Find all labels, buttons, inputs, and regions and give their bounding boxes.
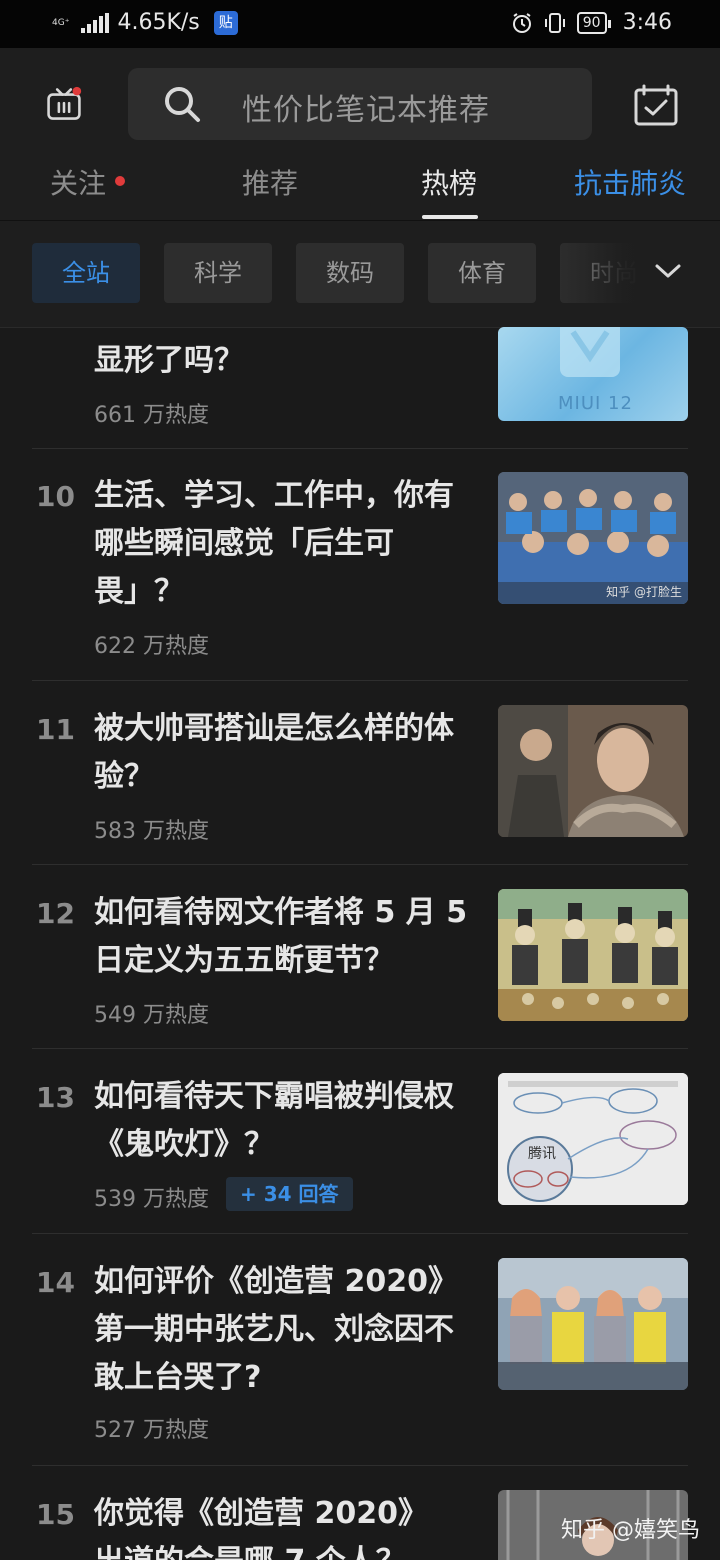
search-input[interactable]: 性价比笔记本推荐 (242, 85, 490, 129)
category-digital[interactable]: 数码 (296, 243, 404, 303)
item-rank: 12 (36, 897, 75, 930)
signal-icon (81, 12, 110, 33)
item-title[interactable]: 如何评价《创造营 2020》第一期中张艺凡、刘念因不敢上台哭了? (94, 1258, 454, 1402)
tab-hot-list[interactable]: 热榜 (421, 162, 477, 202)
group-photo-image (498, 1258, 688, 1390)
diagram-image (498, 1073, 688, 1205)
network-speed: 4.65K/s (117, 10, 200, 35)
category-all[interactable]: 全站 (32, 243, 140, 303)
item-rank: 15 (36, 1498, 75, 1531)
divider (32, 680, 688, 681)
item-title[interactable]: 你觉得《创造营 2020》出道的会是哪 7 个人？ (94, 1490, 454, 1560)
alarm-icon (512, 12, 531, 33)
drama-still-image (498, 705, 688, 837)
category-sports[interactable]: 体育 (428, 243, 536, 303)
chevron-down-icon[interactable] (654, 261, 682, 281)
list-item[interactable]: 10 生活、学习、工作中，你有哪些瞬间感觉「后生可畏」？ 622 万热度 知乎 … (32, 472, 688, 680)
notification-dot (115, 176, 125, 186)
clock: 3:46 (622, 10, 672, 35)
item-heat: 583 万热度 (94, 819, 209, 844)
item-thumbnail[interactable] (498, 705, 688, 837)
divider (32, 1048, 688, 1049)
list-item[interactable]: 12 如何看待网文作者将 5 月 5 日定义为五五断更节？ 549 万热度 (32, 889, 688, 1049)
network-type: 4G⁺ (52, 17, 70, 28)
item-rank: 14 (36, 1266, 75, 1299)
cartoon-illustration-image (498, 889, 688, 1021)
list-item[interactable]: 14 如何评价《创造营 2020》第一期中张艺凡、刘念因不敢上台哭了? 527 … (32, 1258, 688, 1466)
item-title[interactable]: 生活、学习、工作中，你有哪些瞬间感觉「后生可畏」？ (94, 472, 454, 616)
list-item[interactable]: 13 如何看待天下霸唱被判侵权《鬼吹灯》？ 539 万热度 + 34 回答 腾讯 (32, 1073, 688, 1233)
list-item[interactable]: 11 被大帅哥搭讪是怎么样的体验？ 583 万热度 (32, 705, 688, 865)
item-thumbnail[interactable]: 知乎 @打脸生 (498, 472, 688, 604)
item-thumbnail[interactable] (498, 889, 688, 1021)
list-item[interactable]: 显形了吗？ 661 万热度 MIUI 12 (32, 327, 688, 449)
item-title[interactable]: 如何看待网文作者将 5 月 5 日定义为五五断更节？ (94, 889, 484, 985)
hot-list: 显形了吗？ 661 万热度 MIUI 12 10 生活、学习、工作中，你有哪些瞬… (0, 327, 720, 1560)
feed-tabs: 关注 推荐 热榜 抗击肺炎 (0, 160, 720, 220)
thumb-caption: 知乎 @打脸生 (606, 585, 682, 599)
vibrate-icon (544, 12, 565, 33)
item-heat: 549 万热度 (94, 1003, 209, 1028)
item-title[interactable]: 被大帅哥搭讪是怎么样的体验？ (94, 705, 454, 801)
item-thumbnail[interactable]: MIUI 12 (498, 327, 688, 421)
item-rank: 10 (36, 480, 75, 513)
active-tab-indicator (422, 215, 478, 219)
item-title[interactable]: 如何看待天下霸唱被判侵权《鬼吹灯》？ (94, 1073, 454, 1169)
chip-fade-overlay (560, 221, 720, 327)
divider (32, 448, 688, 449)
tab-fight-pneumonia[interactable]: 抗击肺炎 (574, 162, 686, 202)
category-science[interactable]: 科学 (164, 243, 272, 303)
watermark: 知乎 @嬉笑鸟 (561, 1518, 700, 1543)
status-bar: 4G⁺ 4.65K/s 贴 90 3:46 (0, 0, 720, 48)
tab-follow[interactable]: 关注 (50, 162, 106, 202)
top-header: 性价比笔记本推荐 关注 推荐 热榜 抗击肺炎 (0, 48, 720, 220)
divider (32, 1233, 688, 1234)
search-bar[interactable]: 性价比笔记本推荐 (128, 68, 592, 140)
divider (32, 1465, 688, 1466)
item-rank: 11 (36, 713, 75, 746)
category-filter-bar: 全站 科学 数码 体育 时尚 (0, 220, 720, 328)
item-heat: 622 万热度 (94, 634, 209, 659)
checklist-icon[interactable] (634, 84, 678, 126)
item-heat: 527 万热度 (94, 1418, 209, 1443)
battery-indicator: 90 (576, 11, 611, 34)
divider (32, 864, 688, 865)
item-thumbnail[interactable] (498, 1258, 688, 1390)
tv-live-icon[interactable] (44, 86, 84, 122)
search-icon (165, 87, 200, 122)
new-answers-badge[interactable]: + 34 回答 (226, 1177, 353, 1211)
item-title[interactable]: 显形了吗？ (94, 337, 454, 385)
thumb-caption: MIUI 12 (558, 393, 633, 414)
item-heat: 661 万热度 (94, 403, 209, 428)
item-rank: 13 (36, 1081, 75, 1114)
tieba-app-icon: 贴 (213, 10, 238, 35)
tab-recommend[interactable]: 推荐 (242, 162, 298, 202)
thumb-caption: 腾讯 (528, 1146, 556, 1162)
item-heat: 539 万热度 (94, 1187, 209, 1212)
item-thumbnail[interactable]: 腾讯 (498, 1073, 688, 1205)
